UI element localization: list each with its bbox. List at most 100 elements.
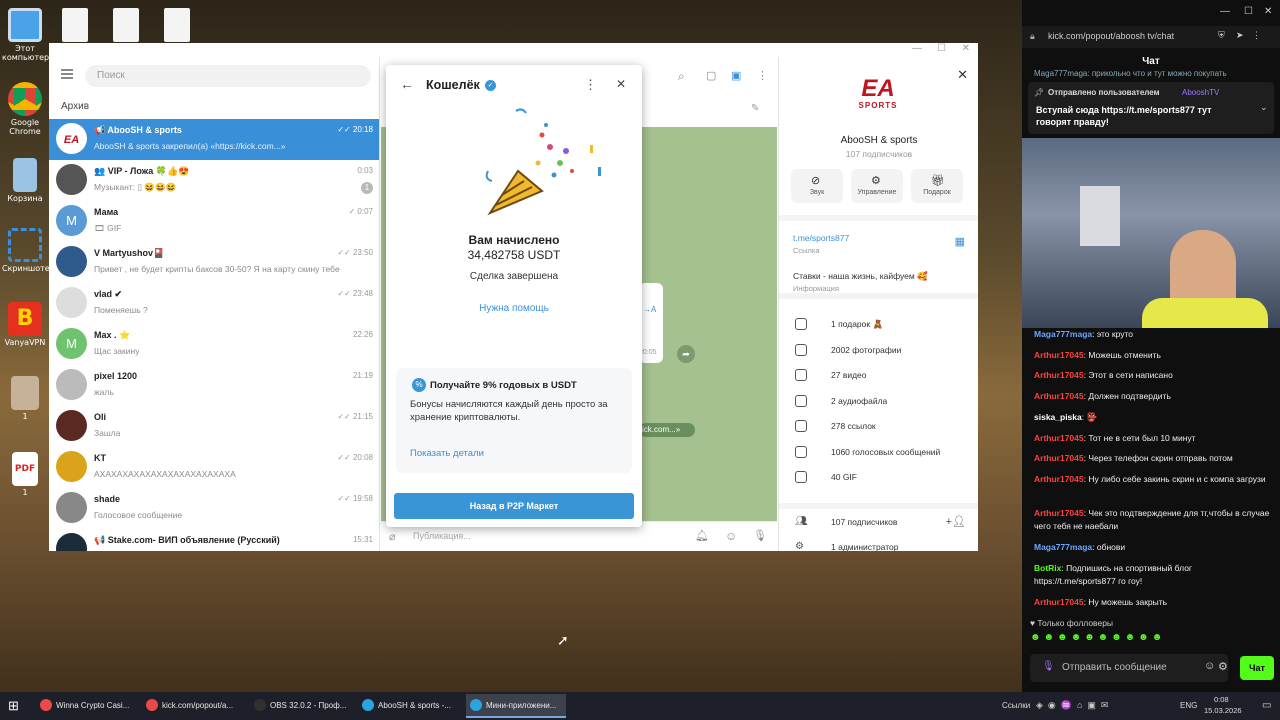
chat-list-item[interactable]: 📢 Stake.com- ВИП объявление (Русский) 15:… [49, 529, 379, 551]
taskbar-item-mini-app[interactable]: Мини-приложени... [466, 694, 566, 718]
forward-icon[interactable]: ➦ [677, 345, 695, 363]
more-icon[interactable]: ⋮ [584, 77, 597, 93]
manage-button[interactable]: ⚙ Управление [851, 169, 903, 203]
links-toolbar[interactable]: Ссылки [1002, 701, 1030, 710]
clock-time[interactable]: 0:08 [1214, 695, 1229, 704]
chat-list-item[interactable]: pixel 1200 жаль 21:19 [49, 365, 379, 406]
chat-username[interactable]: Arthur17045 [1034, 391, 1084, 401]
close-icon[interactable]: ✕ [616, 77, 626, 91]
desktop-icon-file[interactable]: 1 [2, 376, 48, 421]
media-stat-row[interactable]: 1 подарок 🧸 [831, 319, 883, 330]
media-stat-row[interactable]: 2002 фотографии [831, 345, 901, 355]
chat-username[interactable]: BotRix [1034, 563, 1061, 573]
close-icon[interactable]: ✕ [1264, 6, 1272, 17]
media-stat-row[interactable]: 1060 голосовых сообщений [831, 447, 940, 457]
taskbar-item-obs[interactable]: OBS 32.0.2 - Проф... [250, 694, 350, 718]
desktop-icon-recycle-bin[interactable]: Корзина [2, 158, 48, 203]
chat-username[interactable]: Arthur17045 [1034, 370, 1084, 380]
send-icon[interactable]: ➤ [1236, 30, 1244, 41]
pinned-link[interactable]: ick.com...» [639, 423, 695, 437]
close-icon[interactable]: ✕ [962, 43, 970, 54]
chat-list-item[interactable]: V Martyushov🎴 Привет , не будет крипты ба… [49, 242, 379, 283]
live-icon[interactable]: ▢ [706, 69, 716, 82]
media-stat-row[interactable]: 2 аудиофайла [831, 396, 887, 406]
taskbar-item-kick[interactable]: kick.com/popout/a... [142, 694, 242, 718]
chat-list-item[interactable]: 👥 VIP - Ложа 🍀👍😍 Музыкант: ▯ 😆😆😆 0:03 1 [49, 160, 379, 201]
chat-time: ✓✓ 19:58 [337, 494, 373, 503]
minimize-icon[interactable]: — [912, 43, 922, 54]
more-icon[interactable]: ⋮ [757, 69, 768, 82]
desktop-icon-screenshoter[interactable]: Скриншотер [2, 228, 55, 273]
send-message-input[interactable]: 🎙︎ Отправить сообщение ☺ [1030, 654, 1228, 682]
microphone-icon[interactable]: 🎙︎ [753, 529, 767, 542]
chat-username[interactable]: Maga777maga [1034, 329, 1092, 339]
channel-link[interactable]: t.me/sports877 [793, 233, 849, 243]
microphone-icon[interactable]: 🎙︎ [1042, 661, 1055, 672]
help-link[interactable]: Нужна помощь [386, 303, 642, 314]
chat-list-item[interactable]: Oli Зашла ✓✓ 21:15 [49, 406, 379, 447]
bell-icon[interactable]: 🔔︎ [695, 529, 709, 542]
menu-icon[interactable] [61, 69, 73, 79]
chat-username[interactable]: Arthur17045 [1034, 350, 1084, 360]
language-indicator[interactable]: ENG [1180, 701, 1197, 710]
emoji-icon[interactable]: ☺ [1204, 660, 1215, 672]
emote-bar[interactable]: ☻☻☻☻☻☻☻☻☻☻ [1030, 632, 1274, 648]
chat-list-item[interactable]: vlad ✔ Поменяешь ? ✓✓ 23:48 [49, 283, 379, 324]
chat-username[interactable]: Arthur17045 [1034, 453, 1084, 463]
gift-button[interactable]: 🎁︎ Подарок [911, 169, 963, 203]
members-count[interactable]: 107 подписчиков [831, 517, 897, 527]
chevron-down-icon[interactable]: ⌄ [1260, 102, 1268, 113]
back-arrow-icon[interactable]: ← [400, 76, 414, 92]
desktop-file[interactable] [113, 8, 139, 42]
url-text[interactable]: kick.com/popout/aboosh tv/chat [1048, 31, 1174, 41]
notification-icon[interactable]: ▭ [1262, 700, 1271, 711]
media-stat-row[interactable]: 27 видео [831, 370, 867, 380]
qr-code-icon[interactable]: ▦ [955, 235, 965, 248]
attach-icon[interactable]: ⌀ [389, 530, 396, 543]
chat-list-item[interactable]: M Max . ⭐ Щас закину 22:26 [49, 324, 379, 365]
chat-list-item[interactable]: M Мама 🎞 GIF ✓ 0:07 [49, 201, 379, 242]
desktop-file[interactable] [164, 8, 190, 42]
chat-username[interactable]: Arthur17045 [1034, 508, 1084, 518]
media-stat-row[interactable]: 278 ссылок [831, 421, 876, 431]
desktop-file[interactable] [62, 8, 88, 42]
desktop-icon-chrome[interactable]: Google Chrome [2, 82, 48, 136]
send-chat-button[interactable]: Чат [1240, 656, 1274, 680]
message-input[interactable]: Публикация... [413, 531, 471, 541]
chat-username[interactable]: siska_piska [1034, 412, 1082, 422]
maximize-icon[interactable]: ☐ [1244, 6, 1253, 17]
taskbar-item-casino[interactable]: Winna Crypto Casi... [36, 694, 136, 718]
chat-username[interactable]: Arthur17045 [1034, 597, 1084, 607]
system-tray-icons[interactable]: ◈◉♒⌂▣✉ [1036, 700, 1156, 711]
chat-list-item[interactable]: shade Голосовое сообщение ✓✓ 19:58 [49, 488, 379, 529]
promo-details-link[interactable]: Показать детали [410, 448, 484, 459]
minimize-icon[interactable]: — [1220, 6, 1230, 17]
chat-username[interactable]: Maga777maga [1034, 542, 1092, 552]
menu-icon[interactable]: ⋮ [1252, 30, 1261, 41]
pin-icon[interactable]: ✎ [751, 103, 759, 114]
add-member-icon[interactable]: +👤︎ [946, 515, 966, 528]
desktop-icon-vanyavpn[interactable]: B VanyaVPN [2, 302, 48, 347]
search-icon[interactable]: ⌕ [678, 69, 685, 84]
media-stat-row[interactable]: 40 GIF [831, 472, 857, 482]
chat-list-item[interactable]: EA 📢 AbooSH & sports AbooSH & sports закре… [49, 119, 379, 160]
taskbar-item-telegram[interactable]: AbooSH & sports -... [358, 694, 458, 718]
desktop-icon-pdf[interactable]: PDF 1 [2, 452, 48, 497]
sidebar-toggle-icon[interactable]: ▣ [731, 69, 741, 82]
mute-button[interactable]: ⊘ Звук [791, 169, 843, 203]
maximize-icon[interactable]: ☐ [937, 43, 946, 54]
search-input[interactable]: Поиск [85, 65, 371, 87]
shield-icon[interactable]: ⛨ [1218, 30, 1225, 41]
chat-username[interactable]: Arthur17045 [1034, 474, 1084, 484]
close-icon[interactable]: ✕ [957, 67, 968, 83]
chat-list-item[interactable]: KT АХАХАХАХАХАХАХАХАХАХАХАХА ✓✓ 20:08 [49, 447, 379, 488]
desktop-icon-this-pc[interactable]: Этот компьютер [2, 8, 49, 62]
settings-icon[interactable]: ⚙ [1218, 660, 1228, 673]
windows-start-icon[interactable]: ⊞ [8, 698, 24, 714]
back-to-p2p-button[interactable]: Назад в P2P Маркет [394, 493, 634, 519]
emoji-icon[interactable]: ☺ [725, 529, 737, 543]
clock-date[interactable]: 15.03.2026 [1204, 706, 1242, 715]
archive-label[interactable]: Архив [61, 101, 89, 112]
chat-username[interactable]: Arthur17045 [1034, 433, 1084, 443]
admin-count[interactable]: 1 администратор [831, 542, 898, 551]
